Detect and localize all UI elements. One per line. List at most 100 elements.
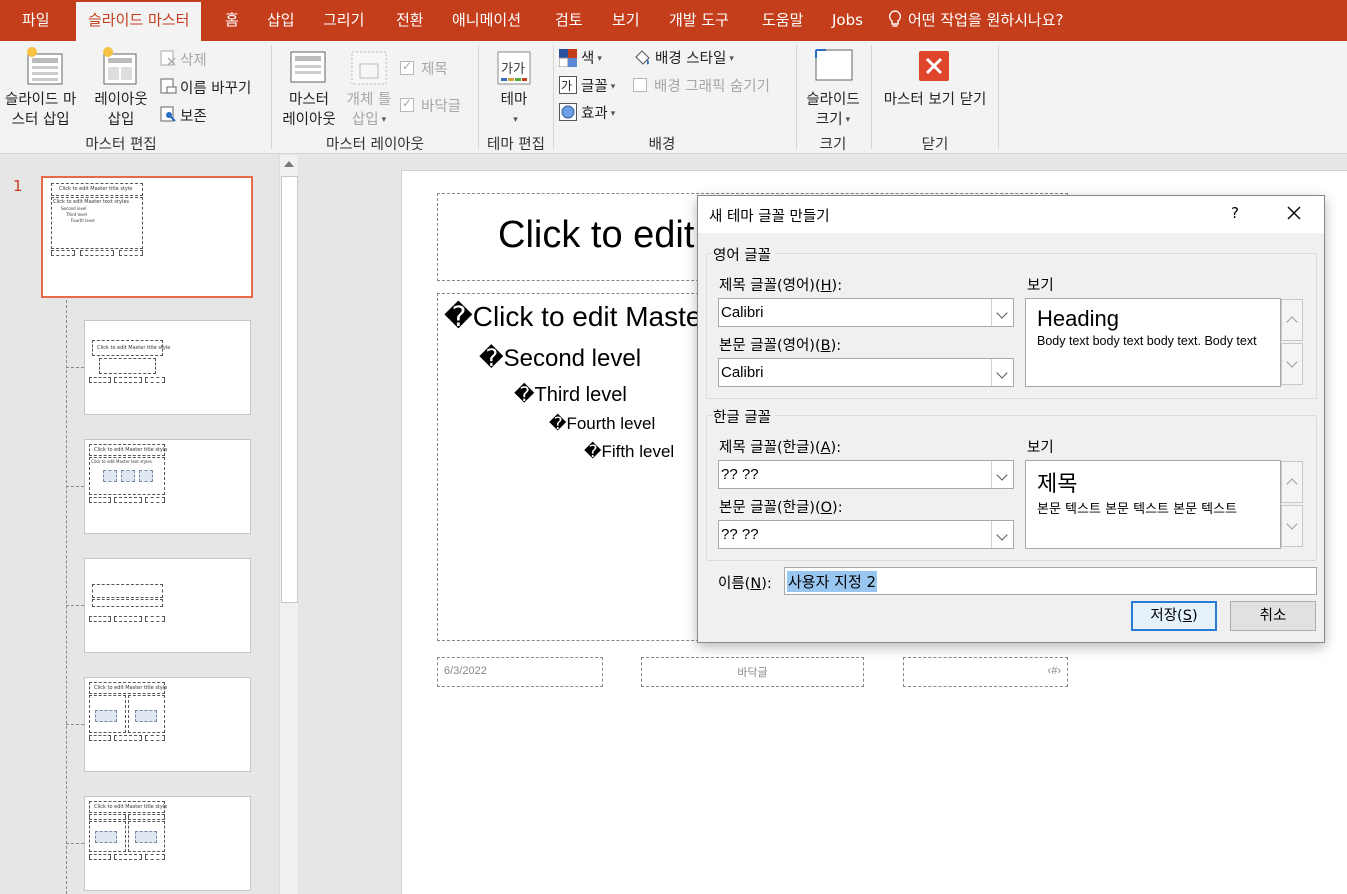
fonts-button[interactable]: 글꼴 ▾ <box>581 75 615 96</box>
preview-scroll-down-icon[interactable] <box>1281 343 1303 385</box>
insert-placeholder-button[interactable]: 개체 틀 삽입 ▾ <box>343 90 395 130</box>
dialog-title-bar[interactable]: 새 테마 글꼴 만들기 ? <box>698 196 1324 233</box>
save-button[interactable]: 저장(S) <box>1131 601 1217 631</box>
asian-fonts-group-label: 한글 글꼴 <box>713 406 775 427</box>
layout-thumbnail[interactable]: Click to edit Master title style <box>84 677 251 772</box>
rename-button[interactable]: 이름 바꾸기 <box>180 77 251 98</box>
body-level-3-text: Third level <box>534 384 627 406</box>
chevron-down-icon[interactable] <box>991 359 1013 386</box>
tab-animations[interactable]: 애니메이션 <box>452 0 521 41</box>
layout-thumbnail[interactable]: Click to edit Master title style <box>84 320 251 415</box>
asian-body-font-label-text: 본문 글꼴(한글)( <box>719 500 821 516</box>
close-master-view-button[interactable]: 마스터 보기 닫기 <box>876 90 994 110</box>
svg-text:가: 가 <box>561 79 572 93</box>
tab-developer[interactable]: 개발 도구 <box>669 0 729 41</box>
scrollbar-thumb[interactable] <box>281 176 298 603</box>
body-level-2-text: Second level <box>503 345 642 372</box>
group-label-edit-master: 마스터 편집 <box>85 137 157 153</box>
themes-button[interactable]: 테마 ▾ <box>494 90 534 130</box>
delete-icon <box>160 50 176 66</box>
heading-font-label-text: 제목 글꼴(영어)( <box>719 278 821 294</box>
tell-me-box[interactable]: 어떤 작업을 원하시나요? <box>888 0 1064 41</box>
body-level-3: �Third level <box>514 382 627 407</box>
effects-button[interactable]: 효과 ▾ <box>581 102 615 123</box>
close-icon[interactable] <box>1283 202 1305 224</box>
insert-slide-master-label-2: 스터 삽입 <box>11 112 70 128</box>
tab-draw[interactable]: 그리기 <box>323 0 364 41</box>
group-separator <box>271 45 272 149</box>
slide-size-button[interactable]: 슬라이드 크기 ▾ <box>803 90 863 130</box>
label-suffix: ): <box>830 338 842 354</box>
master-layout-button[interactable]: 마스터 레이아웃 <box>279 90 339 130</box>
preview-scroll-up-icon[interactable] <box>1281 461 1303 503</box>
layout-thumbnail[interactable]: Click to edit Master title style Click t… <box>84 439 251 534</box>
mini-title-text: Click to edit Master title style <box>59 186 133 192</box>
layout-thumbnail[interactable] <box>84 558 251 653</box>
name-label-text: 이름( <box>718 576 751 592</box>
insert-layout-button[interactable]: 레이아웃 삽입 <box>91 90 151 130</box>
tab-slide-master[interactable]: 슬라이드 마스터 <box>76 2 202 41</box>
close-master-view-icon <box>919 51 949 81</box>
delete-button[interactable]: 삭제 <box>180 49 207 70</box>
heading-font-combobox[interactable]: Calibri <box>718 298 1014 327</box>
mini-footer-placeholder <box>114 735 142 741</box>
body-font-label-text: 본문 글꼴(영어)( <box>719 338 821 354</box>
asian-heading-font-combobox[interactable]: ?? ?? <box>718 460 1014 489</box>
tell-me-text: 어떤 작업을 원하시나요? <box>908 11 1064 29</box>
chevron-down-icon[interactable] <box>991 299 1013 326</box>
title-checkbox[interactable] <box>400 59 414 75</box>
preview-scroll-up-icon[interactable] <box>1281 299 1303 341</box>
footers-checkbox[interactable] <box>400 96 414 112</box>
preserve-pin-icon <box>160 106 176 122</box>
tab-transitions[interactable]: 전환 <box>396 0 424 41</box>
theme-font-name-value: 사용자 지정 2 <box>787 571 878 592</box>
slide-master-thumbnail[interactable]: Click to edit Master title style Click t… <box>41 176 253 298</box>
slide-size-label-1: 슬라이드 <box>806 92 860 108</box>
label-suffix: ): <box>832 500 843 516</box>
heading-font-label: 제목 글꼴(영어)(H): <box>719 274 842 295</box>
asian-heading-font-access-key: A <box>820 440 831 456</box>
mini-number-placeholder <box>145 854 165 860</box>
insert-layout-label-2: 삽입 <box>107 112 135 128</box>
group-separator <box>796 45 797 149</box>
help-button[interactable]: ? <box>1231 204 1239 222</box>
mini-date-placeholder <box>51 250 75 256</box>
preview-scroll-down-icon[interactable] <box>1281 505 1303 547</box>
dropdown-arrow-icon: ▾ <box>729 54 734 64</box>
colors-button[interactable]: 색 ▾ <box>581 47 602 68</box>
bullet-glyph: � <box>584 442 602 462</box>
insert-slide-master-button[interactable]: 슬라이드 마 스터 삽입 <box>5 90 76 130</box>
mini-level-3: Third level <box>66 212 87 217</box>
body-font-combobox[interactable]: Calibri <box>718 358 1014 387</box>
background-styles-button[interactable]: 배경 스타일 ▾ <box>655 47 734 68</box>
tab-insert[interactable]: 삽입 <box>267 0 295 41</box>
theme-font-name-input[interactable]: 사용자 지정 2 <box>784 567 1317 595</box>
layout-thumbnail[interactable]: Click to edit Master title style <box>84 796 251 891</box>
tab-review[interactable]: 검토 <box>555 0 583 41</box>
dropdown-arrow-icon: ▾ <box>513 115 518 125</box>
mini-date-placeholder <box>89 854 111 860</box>
mini-content-icon <box>135 710 157 722</box>
tab-file[interactable]: 파일 <box>22 0 50 41</box>
tab-home[interactable]: 홈 <box>225 0 239 41</box>
asian-heading-font-label: 제목 글꼴(한글)(A): <box>719 436 841 457</box>
thumbnail-scrollbar[interactable] <box>279 155 298 894</box>
chevron-down-icon[interactable] <box>991 461 1013 488</box>
slide-title-text: Click to edit <box>498 214 695 256</box>
insert-placeholder-icon <box>351 51 387 85</box>
asian-body-font-combobox[interactable]: ?? ?? <box>718 520 1014 549</box>
tab-view[interactable]: 보기 <box>612 0 640 41</box>
tab-jobs[interactable]: Jobs <box>832 0 863 41</box>
ribbon: 슬라이드 마 스터 삽입 레이아웃 삽입 삭제 이름 바꾸기 보존 마스터 편집… <box>0 41 1347 189</box>
mini-number-placeholder <box>145 735 165 741</box>
effects-icon <box>559 103 577 121</box>
group-label-master-layout: 마스터 레이아웃 <box>326 137 424 153</box>
preserve-button[interactable]: 보존 <box>180 105 207 126</box>
tab-help[interactable]: 도움말 <box>762 0 803 41</box>
insert-slide-master-icon <box>27 47 63 85</box>
cancel-button[interactable]: 취소 <box>1230 601 1316 631</box>
scroll-up-arrow-icon[interactable] <box>284 161 294 167</box>
mini-footer-placeholder <box>114 616 142 622</box>
chevron-down-icon[interactable] <box>991 521 1013 548</box>
hide-background-graphics-checkbox[interactable] <box>633 78 647 92</box>
